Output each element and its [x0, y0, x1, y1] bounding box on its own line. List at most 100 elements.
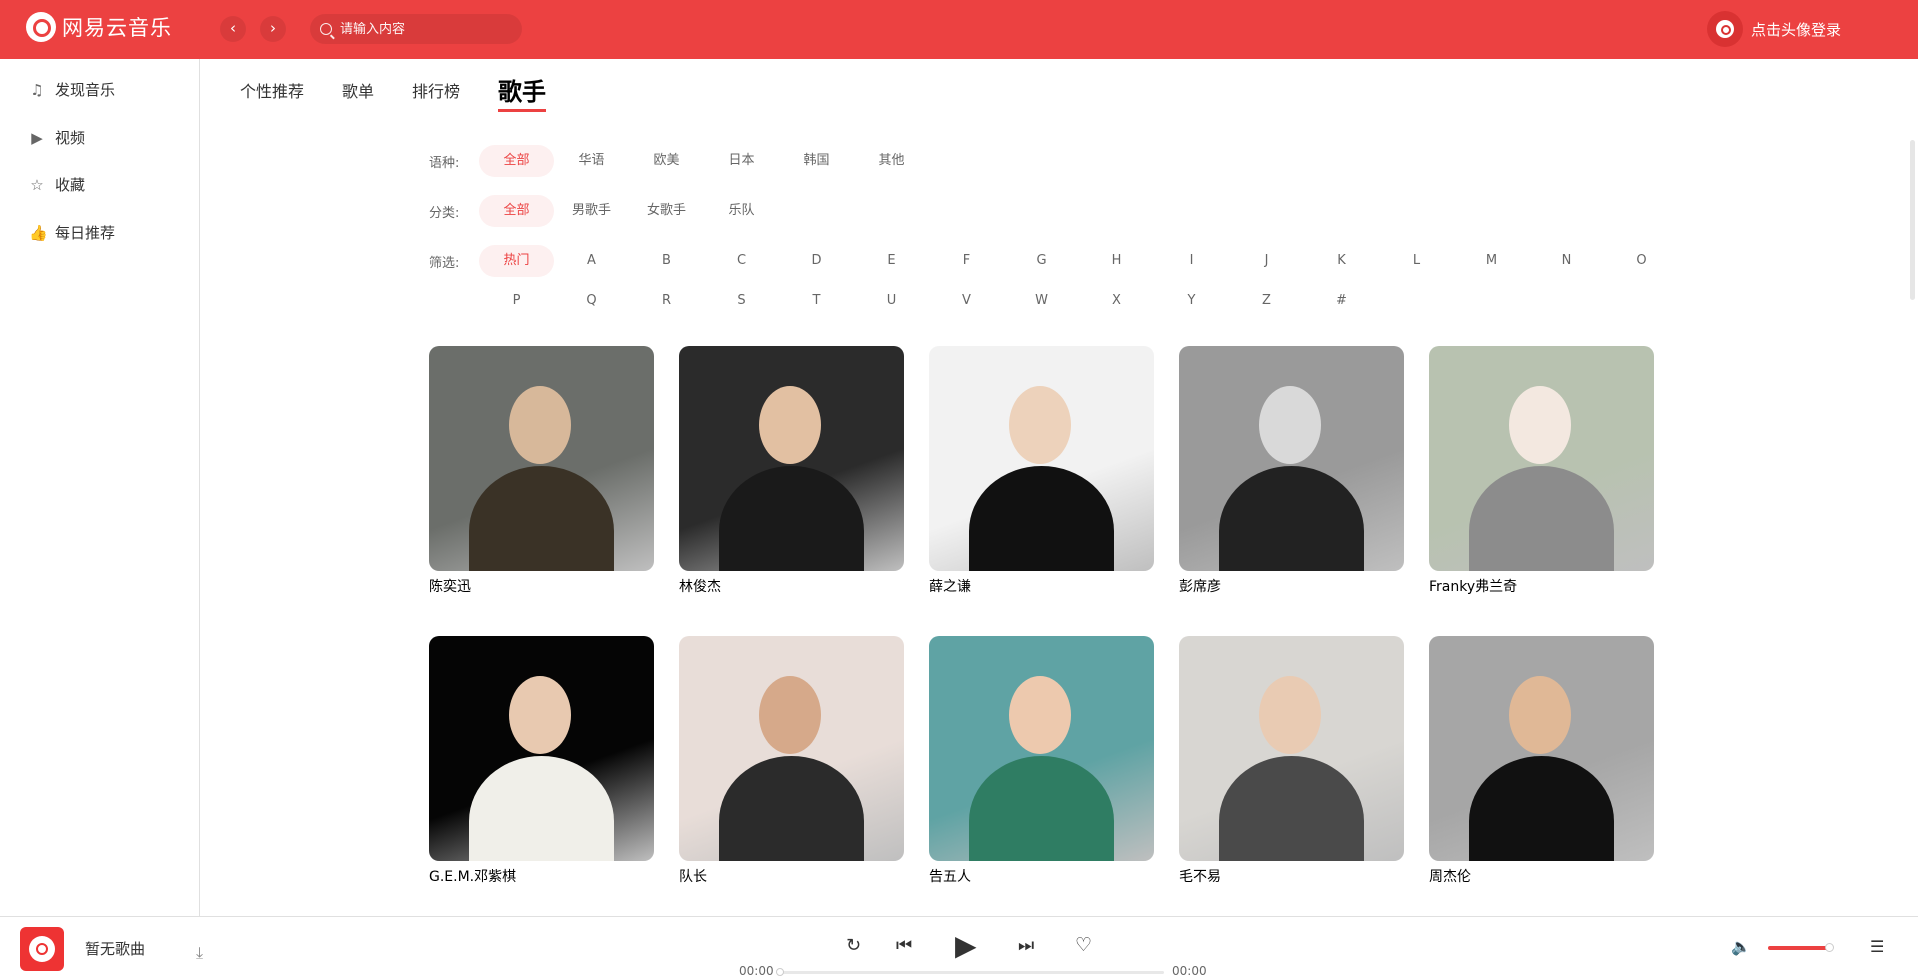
initial-chip[interactable]: O — [1604, 245, 1679, 277]
initial-chip[interactable]: 热门 — [479, 245, 554, 277]
language-chip[interactable]: 其他 — [854, 145, 929, 177]
initial-chip[interactable]: W — [1004, 285, 1079, 317]
tab-charts[interactable]: 排行榜 — [412, 78, 460, 112]
initial-chip[interactable]: K — [1304, 245, 1379, 277]
initial-chip[interactable]: F — [929, 245, 1004, 277]
initial-chip[interactable]: G — [1004, 245, 1079, 277]
volume-knob[interactable] — [1825, 943, 1834, 952]
artist-photo[interactable] — [929, 636, 1154, 861]
artist-silhouette-body — [719, 466, 864, 571]
scrollbar[interactable] — [1910, 140, 1915, 300]
sidebar-item-favorites[interactable]: ☆ 收藏 — [29, 174, 85, 195]
initial-chip[interactable]: Q — [554, 285, 629, 317]
artist-photo[interactable] — [679, 346, 904, 571]
initial-chip[interactable]: B — [629, 245, 704, 277]
artist-name[interactable]: Franky弗兰奇 — [1429, 576, 1654, 596]
artist-card[interactable]: 周杰伦 — [1429, 636, 1654, 886]
initial-chip[interactable]: # — [1304, 285, 1379, 317]
category-chip[interactable]: 乐队 — [704, 195, 779, 227]
category-chip[interactable]: 男歌手 — [554, 195, 629, 227]
artist-photo[interactable] — [1179, 636, 1404, 861]
initial-chip[interactable]: X — [1079, 285, 1154, 317]
initial-chip[interactable]: C — [704, 245, 779, 277]
artist-name[interactable]: 毛不易 — [1179, 866, 1404, 886]
progress-knob[interactable] — [776, 968, 784, 976]
language-chip[interactable]: 全部 — [479, 145, 554, 177]
category-filter-row: 分类: 全部 男歌手 女歌手 乐队 — [429, 195, 779, 227]
artist-card[interactable]: 薛之谦 — [929, 346, 1154, 596]
initial-chip[interactable]: V — [929, 285, 1004, 317]
artist-card[interactable]: 队长 — [679, 636, 904, 886]
artist-name[interactable]: 薛之谦 — [929, 576, 1154, 596]
next-track-button[interactable]: ⏭ — [1018, 935, 1034, 956]
initial-chip[interactable]: Y — [1154, 285, 1229, 317]
album-cover[interactable] — [20, 927, 64, 971]
artist-name[interactable]: G.E.M.邓紫棋 — [429, 866, 654, 886]
artist-photo[interactable] — [679, 636, 904, 861]
initial-chip[interactable]: N — [1529, 245, 1604, 277]
tab-personal-recommend[interactable]: 个性推荐 — [240, 78, 304, 112]
artist-name[interactable]: 队长 — [679, 866, 904, 886]
avatar[interactable] — [1707, 11, 1743, 47]
sidebar-item-daily-recommend[interactable]: 👍 每日推荐 — [29, 222, 115, 243]
login-text[interactable]: 点击头像登录 — [1751, 19, 1841, 40]
artist-card[interactable]: Franky弗兰奇 — [1429, 346, 1654, 596]
artist-photo[interactable] — [1429, 636, 1654, 861]
like-icon[interactable]: ♡ — [1075, 934, 1092, 956]
artist-card[interactable]: 彭席彦 — [1179, 346, 1404, 596]
artist-photo[interactable] — [1429, 346, 1654, 571]
play-button[interactable]: ▶ — [955, 929, 977, 962]
initial-chip[interactable]: A — [554, 245, 629, 277]
sidebar-item-discover-music[interactable]: ♫ 发现音乐 — [29, 79, 115, 100]
artist-name[interactable]: 林俊杰 — [679, 576, 904, 596]
previous-track-button[interactable]: ⏮ — [896, 935, 912, 956]
artist-photo[interactable] — [1179, 346, 1404, 571]
search-input[interactable] — [340, 21, 510, 37]
language-chip[interactable]: 韩国 — [779, 145, 854, 177]
artist-name[interactable]: 彭席彦 — [1179, 576, 1404, 596]
artist-card[interactable]: 毛不易 — [1179, 636, 1404, 886]
initial-chip[interactable]: H — [1079, 245, 1154, 277]
language-chip[interactable]: 日本 — [704, 145, 779, 177]
initial-chip[interactable]: I — [1154, 245, 1229, 277]
initial-chip[interactable]: T — [779, 285, 854, 317]
download-icon[interactable]: ⤓ — [196, 943, 203, 963]
initial-chip[interactable]: S — [704, 285, 779, 317]
initial-chip[interactable]: M — [1454, 245, 1529, 277]
initial-chip[interactable]: Z — [1229, 285, 1304, 317]
sidebar-item-video[interactable]: ▶ 视频 — [29, 127, 85, 148]
initial-chip[interactable]: E — [854, 245, 929, 277]
app-logo[interactable]: 网易云音乐 — [26, 12, 172, 42]
back-button[interactable]: ‹ — [220, 16, 246, 42]
playlist-icon[interactable]: ☰ — [1870, 937, 1884, 956]
initial-chip[interactable]: U — [854, 285, 929, 317]
initial-chip[interactable]: J — [1229, 245, 1304, 277]
initial-chip[interactable]: R — [629, 285, 704, 317]
initial-chip[interactable]: L — [1379, 245, 1454, 277]
search-box — [310, 14, 522, 44]
category-chip[interactable]: 女歌手 — [629, 195, 704, 227]
artist-name[interactable]: 周杰伦 — [1429, 866, 1654, 886]
loop-icon[interactable]: ↻ — [846, 935, 861, 956]
tab-playlists[interactable]: 歌单 — [342, 78, 374, 112]
initial-chip[interactable]: P — [479, 285, 554, 317]
language-chip[interactable]: 欧美 — [629, 145, 704, 177]
artist-photo[interactable] — [929, 346, 1154, 571]
login-area[interactable]: 点击头像登录 — [1707, 11, 1841, 47]
artist-card[interactable]: 告五人 — [929, 636, 1154, 886]
volume-slider[interactable] — [1768, 943, 1834, 952]
category-chip[interactable]: 全部 — [479, 195, 554, 227]
artist-photo[interactable] — [429, 346, 654, 571]
volume-icon[interactable]: 🔈 — [1731, 937, 1751, 956]
initial-chip[interactable]: D — [779, 245, 854, 277]
progress-bar[interactable] — [776, 968, 1164, 976]
artist-card[interactable]: 陈奕迅 — [429, 346, 654, 596]
language-chip[interactable]: 华语 — [554, 145, 629, 177]
artist-card[interactable]: G.E.M.邓紫棋 — [429, 636, 654, 886]
forward-button[interactable]: › — [260, 16, 286, 42]
tab-artists[interactable]: 歌手 — [498, 72, 547, 112]
artist-name[interactable]: 告五人 — [929, 866, 1154, 886]
artist-name[interactable]: 陈奕迅 — [429, 576, 654, 596]
artist-photo[interactable] — [429, 636, 654, 861]
artist-card[interactable]: 林俊杰 — [679, 346, 904, 596]
